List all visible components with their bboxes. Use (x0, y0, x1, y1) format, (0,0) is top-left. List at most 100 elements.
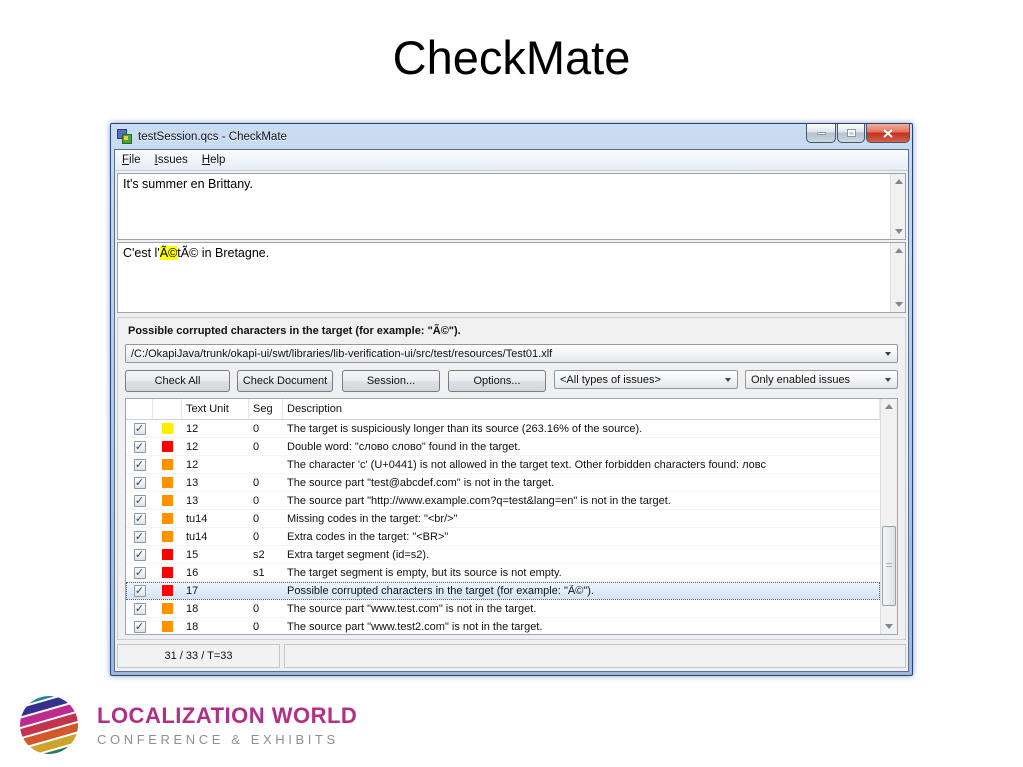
scroll-down-icon[interactable] (895, 302, 903, 307)
table-row[interactable]: ✓ 18 0 The source part "www.test2.com" is n… (126, 618, 880, 634)
target-scrollbar[interactable] (890, 243, 905, 312)
target-text-before: C'est l' (123, 246, 160, 260)
localization-world-logo: LOCALIZATION WORLD CONFERENCE & EXHIBITS (19, 695, 357, 755)
issue-enabled-checkbox[interactable]: ✓ (133, 440, 146, 453)
header-description[interactable]: Description (283, 399, 880, 419)
seg-cell: 0 (253, 620, 260, 633)
severity-cell (153, 423, 182, 434)
header-seg[interactable]: Seg (249, 399, 283, 419)
severity-cell (153, 531, 182, 542)
checkbox-cell: ✓ (126, 530, 153, 543)
checkbox-cell: ✓ (126, 494, 153, 507)
seg-cell: s1 (253, 566, 265, 579)
description-cell: Possible corrupted characters in the tar… (287, 584, 594, 597)
severity-cell (153, 621, 182, 632)
window-titlebar[interactable]: testSession.qcs - CheckMate (111, 124, 912, 149)
issue-counts: 31 / 33 / T=33 (117, 644, 280, 668)
source-scrollbar[interactable] (890, 174, 905, 239)
issue-enabled-checkbox[interactable]: ✓ (133, 512, 146, 525)
issue-description-label: Possible corrupted characters in the tar… (128, 325, 461, 337)
chevron-down-icon (885, 378, 891, 382)
issue-enabled-checkbox[interactable]: ✓ (133, 548, 146, 561)
severity-icon (162, 621, 173, 632)
target-text: C'est l'Ã©tÃ© in Bretagne. (123, 246, 269, 260)
maximize-button[interactable] (837, 124, 865, 143)
chevron-down-icon (725, 378, 731, 382)
scrollbar-thumb[interactable] (882, 525, 896, 606)
table-row[interactable]: ✓ 18 0 The source part "www.test.com" is no… (126, 600, 880, 618)
table-row[interactable]: ✓ 12 0 Double word: "слово слово" found in … (126, 438, 880, 456)
severity-icon (162, 585, 173, 596)
scroll-down-button[interactable] (881, 618, 897, 634)
menu-help[interactable]: Help (202, 154, 226, 166)
table-scrollbar[interactable] (880, 399, 897, 634)
source-text-area[interactable]: It's summer en Brittany. (117, 173, 906, 240)
table-row[interactable]: ✓ 16 s1 The target segment is empty, but it… (126, 564, 880, 582)
document-path-value: /C:/OkapiJava/trunk/okapi-ui/swt/librari… (131, 347, 553, 360)
scroll-up-icon[interactable] (895, 248, 903, 253)
source-text: It's summer en Brittany. (123, 177, 253, 191)
table-header: Text Unit Seg Description (126, 399, 880, 420)
table-row[interactable]: ✓ 12 0 The target is suspiciously longer th… (126, 420, 880, 438)
severity-cell (153, 567, 182, 578)
window-title: testSession.qcs - CheckMate (138, 130, 287, 143)
enabled-filter-combo[interactable]: Only enabled issues (745, 370, 898, 389)
table-row[interactable]: ✓ 13 0 The source part "http://www.example.… (126, 492, 880, 510)
chevron-down-icon (885, 352, 891, 356)
description-cell: The target is suspiciously longer than i… (287, 422, 643, 435)
session-button[interactable]: Session... (342, 370, 440, 392)
text-unit-cell: 18 (186, 620, 199, 633)
severity-icon (162, 441, 173, 452)
severity-cell (153, 585, 182, 596)
check-document-button[interactable]: Check Document (237, 370, 333, 392)
severity-icon (162, 477, 173, 488)
table-row[interactable]: ✓ tu14 0 Missing codes in the target: "<br/… (126, 510, 880, 528)
status-bar: 31 / 33 / T=33 (117, 644, 906, 668)
target-text-area[interactable]: C'est l'Ã©tÃ© in Bretagne. (117, 242, 906, 313)
options-button[interactable]: Options... (448, 370, 546, 392)
issue-enabled-checkbox[interactable]: ✓ (133, 458, 146, 471)
table-row[interactable]: ✓ 12 The character 'с' (U+0441) is not all… (126, 456, 880, 474)
issue-enabled-checkbox[interactable]: ✓ (133, 530, 146, 543)
scroll-down-icon[interactable] (895, 229, 903, 234)
text-unit-cell: 16 (186, 566, 199, 579)
text-unit-cell: tu14 (186, 512, 208, 525)
issue-enabled-checkbox[interactable]: ✓ (133, 620, 146, 633)
minimize-button[interactable] (806, 124, 836, 143)
close-button[interactable] (866, 124, 910, 143)
description-cell: Missing codes in the target: "<br/>" (287, 512, 458, 525)
menu-issues[interactable]: Issues (155, 154, 188, 166)
issue-enabled-checkbox[interactable]: ✓ (133, 422, 146, 435)
issue-enabled-checkbox[interactable]: ✓ (133, 602, 146, 615)
severity-icon (162, 603, 173, 614)
target-text-after: tÃ© in Bretagne. (177, 246, 270, 260)
issue-enabled-checkbox[interactable]: ✓ (133, 584, 146, 597)
severity-icon (162, 495, 173, 506)
table-row[interactable]: ✓ tu14 0 Extra codes in the target: "<BR>" (126, 528, 880, 546)
table-row[interactable]: ✓ 13 0 The source part "test@abcdef.com" is… (126, 474, 880, 492)
menu-file[interactable]: File (122, 154, 141, 166)
maximize-icon (846, 129, 856, 137)
checkbox-cell: ✓ (126, 602, 153, 615)
scroll-up-icon[interactable] (895, 179, 903, 184)
close-icon (883, 128, 893, 138)
issue-enabled-checkbox[interactable]: ✓ (133, 494, 146, 507)
table-row[interactable]: ✓ 15 s2 Extra target segment (id=s2). (126, 546, 880, 564)
severity-cell (153, 513, 182, 524)
scroll-up-button[interactable] (881, 399, 897, 415)
window-client-area: File Issues Help It's summer en Brittany… (114, 149, 909, 672)
table-row[interactable]: ✓ 17 Possible corrupted characters in the … (126, 582, 880, 600)
description-cell: The source part "www.test.com" is not in… (287, 602, 537, 615)
logo-line1: LOCALIZATION WORLD (97, 703, 358, 728)
issue-enabled-checkbox[interactable]: ✓ (133, 476, 146, 489)
check-all-button[interactable]: Check All (125, 370, 230, 392)
description-cell: Extra target segment (id=s2). (287, 548, 430, 561)
description-cell: Extra codes in the target: "<BR>" (287, 530, 449, 543)
issue-type-filter-combo[interactable]: <All types of issues> (554, 370, 738, 389)
text-unit-cell: 15 (186, 548, 199, 561)
status-message (284, 644, 906, 668)
issue-enabled-checkbox[interactable]: ✓ (133, 566, 146, 579)
header-text-unit[interactable]: Text Unit (182, 399, 249, 419)
document-path-combo[interactable]: /C:/OkapiJava/trunk/okapi-ui/swt/librari… (125, 344, 898, 363)
issues-table: Text Unit Seg Description ✓ 12 0 The target… (125, 398, 898, 635)
